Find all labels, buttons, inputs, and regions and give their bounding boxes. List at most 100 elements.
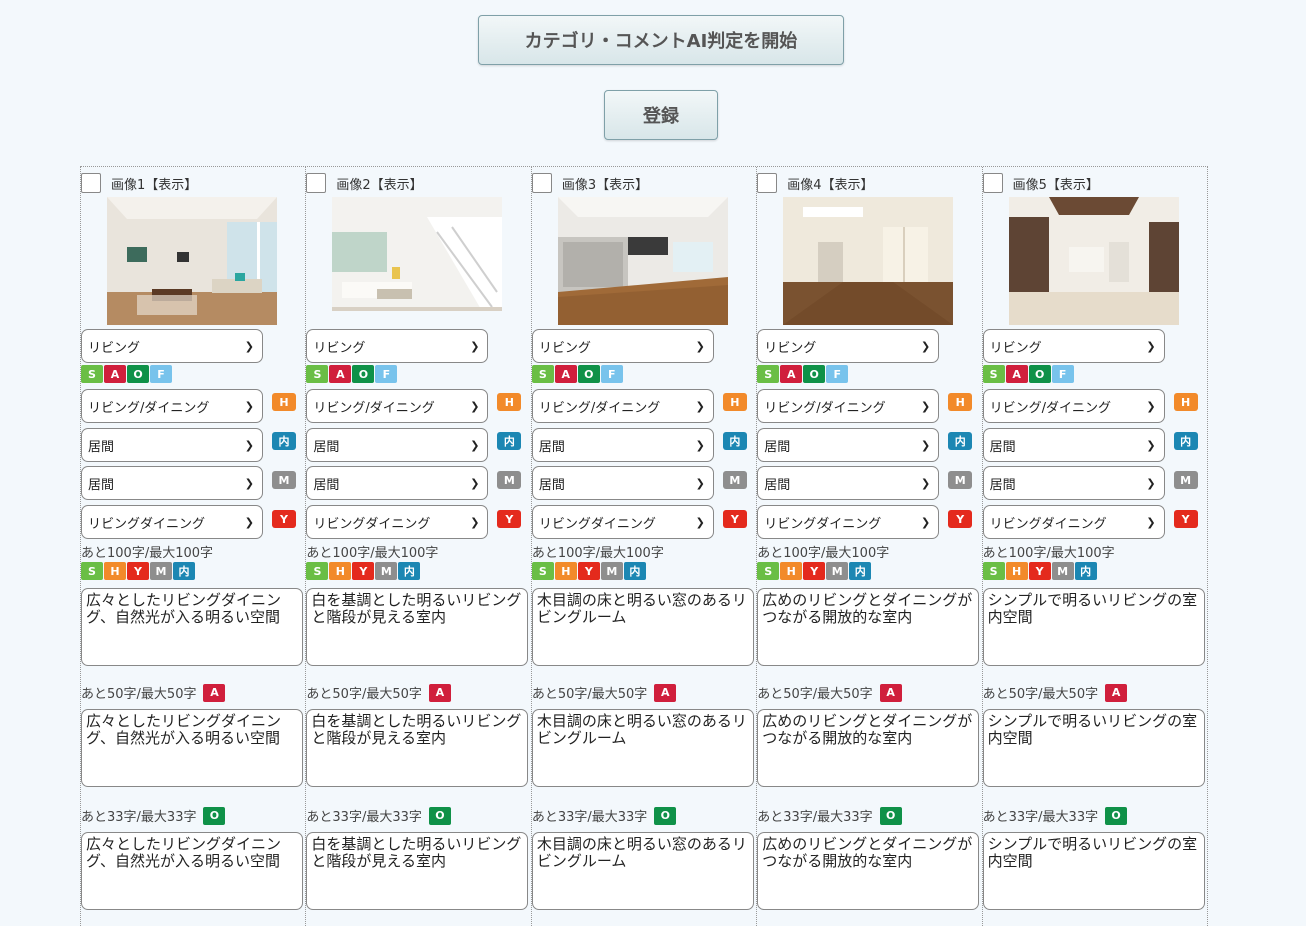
m-select-value: 居間 [989, 477, 1016, 493]
comment-100-textarea[interactable]: 木目調の床と明るい窓のあるリビングルーム [531, 588, 754, 666]
tag-a: A [1005, 365, 1028, 383]
display-toggle: 画像3【表示】 [531, 172, 648, 194]
count-100: あと100字/最大100字 [306, 542, 438, 561]
comment-33-textarea[interactable]: シンプルで明るいリビングの室内空間 [982, 832, 1205, 910]
nai-category-select[interactable]: 居間 ❯ [531, 428, 714, 462]
tag-f: F [375, 365, 398, 383]
nai-select-value: 居間 [88, 439, 115, 455]
comment-33-textarea[interactable]: 木目調の床と明るい窓のあるリビングルーム [531, 832, 754, 910]
comment-33-textarea[interactable]: 広めのリビングとダイニングがつながる開放的な室内 [757, 832, 980, 910]
display-checkbox[interactable] [531, 173, 552, 193]
tag-nai: 内 [623, 562, 646, 580]
y-category-select[interactable]: リビングダイニング ❯ [757, 505, 940, 539]
tag-o: O [428, 806, 451, 825]
chevron-down-icon: ❯ [695, 399, 705, 413]
room-photo [557, 197, 728, 325]
count-100-text: あと100字/最大100字 [81, 546, 214, 561]
tag-y: Y [497, 510, 522, 528]
category-select[interactable]: リビング ❯ [306, 329, 489, 363]
comment-50-textarea[interactable]: 白を基調とした明るいリビングと階段が見える室内 [306, 709, 529, 787]
tag-a: A [428, 683, 451, 702]
h-category-select[interactable]: リビング/ダイニング ❯ [757, 389, 940, 423]
h-category-select[interactable]: リビング/ダイニング ❯ [531, 389, 714, 423]
h-select-value: リビング/ダイニング [989, 400, 1112, 416]
chevron-down-icon: ❯ [470, 438, 480, 452]
comment-100-textarea[interactable]: シンプルで明るいリビングの室内空間 [982, 588, 1205, 666]
comment-50-textarea[interactable]: シンプルで明るいリビングの室内空間 [982, 709, 1205, 787]
image-label: 画像5【表示】 [1012, 177, 1099, 193]
tag-o: O [127, 365, 149, 383]
tag-a: A [879, 683, 902, 702]
room-photo [107, 197, 277, 325]
category-select[interactable]: リビング ❯ [81, 329, 263, 363]
category-select[interactable]: リビング ❯ [982, 329, 1165, 363]
comment-33-textarea[interactable]: 白を基調とした明るいリビングと階段が見える室内 [306, 832, 529, 910]
count-33-text: あと33字/最大33字 [531, 810, 648, 825]
m-category-select[interactable]: 居間 ❯ [982, 466, 1165, 500]
m-category-select[interactable]: 居間 ❯ [81, 466, 263, 500]
h-category-select[interactable]: リビング/ダイニング ❯ [982, 389, 1165, 423]
display-checkbox[interactable] [982, 173, 1003, 193]
chevron-down-icon: ❯ [1146, 399, 1156, 413]
category-select[interactable]: リビング ❯ [531, 329, 714, 363]
count-33-text: あと33字/最大33字 [306, 810, 422, 825]
m-category-select[interactable]: 居間 ❯ [306, 466, 489, 500]
tag-y: Y [352, 562, 375, 580]
chevron-down-icon: ❯ [244, 515, 254, 529]
site-tags: S A O F [306, 365, 398, 383]
category-select[interactable]: リビング ❯ [757, 329, 940, 363]
comment-100-textarea[interactable]: 広々としたリビングダイニング、自然光が入る明るい空間 [81, 588, 303, 666]
chevron-down-icon: ❯ [244, 399, 254, 413]
tag-a: A [1105, 683, 1128, 702]
ai-judge-button[interactable]: カテゴリ・コメントAI判定を開始 [478, 15, 844, 65]
chevron-down-icon: ❯ [695, 476, 705, 490]
y-select-value: リビングダイニング [989, 516, 1107, 532]
display-checkbox[interactable] [757, 173, 778, 193]
tag-f: F [150, 365, 172, 383]
count-33: あと33字/最大33字 O [306, 806, 451, 825]
nai-category-select[interactable]: 居間 ❯ [81, 428, 263, 462]
m-select-value: 居間 [88, 477, 115, 493]
register-button[interactable]: 登録 [604, 90, 718, 140]
y-category-select[interactable]: リビングダイニング ❯ [306, 505, 489, 539]
comment-50-textarea[interactable]: 広々としたリビングダイニング、自然光が入る明るい空間 [81, 709, 303, 787]
count-100: あと100字/最大100字 [757, 542, 889, 561]
count-100-text: あと100字/最大100字 [306, 546, 439, 561]
tag-h: H [104, 562, 126, 580]
tag-h: H [948, 393, 973, 411]
y-category-select[interactable]: リビングダイニング ❯ [982, 505, 1165, 539]
chevron-down-icon: ❯ [921, 399, 931, 413]
y-category-select[interactable]: リビングダイニング ❯ [81, 505, 263, 539]
tag-h: H [497, 393, 522, 411]
nai-category-select[interactable]: 居間 ❯ [306, 428, 489, 462]
tag-s: S [531, 562, 554, 580]
h-category-select[interactable]: リビング/ダイニング ❯ [81, 389, 263, 423]
y-category-select[interactable]: リビングダイニング ❯ [531, 505, 714, 539]
tag-y: Y [948, 510, 973, 528]
comment-50-textarea[interactable]: 広めのリビングとダイニングがつながる開放的な室内 [757, 709, 980, 787]
comment-50-textarea[interactable]: 木目調の床と明るい窓のあるリビングルーム [531, 709, 754, 787]
display-checkbox[interactable] [81, 173, 101, 193]
nai-category-select[interactable]: 居間 ❯ [757, 428, 940, 462]
comment-100-textarea[interactable]: 広めのリビングとダイニングがつながる開放的な室内 [757, 588, 980, 666]
h-category-select[interactable]: リビング/ダイニング ❯ [306, 389, 489, 423]
tag-a: A [780, 365, 803, 383]
category-select-value: リビング [989, 340, 1042, 356]
display-checkbox[interactable] [306, 173, 327, 193]
y-select-value: リビングダイニング [764, 516, 882, 532]
category-select-value: リビング [764, 340, 817, 356]
tag-m: M [948, 471, 973, 489]
category-select-value: リビング [538, 340, 591, 356]
comment-33-textarea[interactable]: 広々としたリビングダイニング、自然光が入る明るい空間 [81, 832, 303, 910]
chevron-down-icon: ❯ [470, 339, 480, 353]
m-category-select[interactable]: 居間 ❯ [757, 466, 940, 500]
comment-100-textarea[interactable]: 白を基調とした明るいリビングと階段が見える室内 [306, 588, 529, 666]
comment100-tags: S H Y M 内 [982, 562, 1097, 580]
chevron-down-icon: ❯ [921, 438, 931, 452]
tag-m: M [272, 471, 296, 489]
nai-category-select[interactable]: 居間 ❯ [982, 428, 1165, 462]
count-50: あと50字/最大50字 A [983, 683, 1128, 702]
m-category-select[interactable]: 居間 ❯ [531, 466, 714, 500]
chevron-down-icon: ❯ [1146, 339, 1156, 353]
comment100-tags: S H Y M 内 [757, 562, 872, 580]
